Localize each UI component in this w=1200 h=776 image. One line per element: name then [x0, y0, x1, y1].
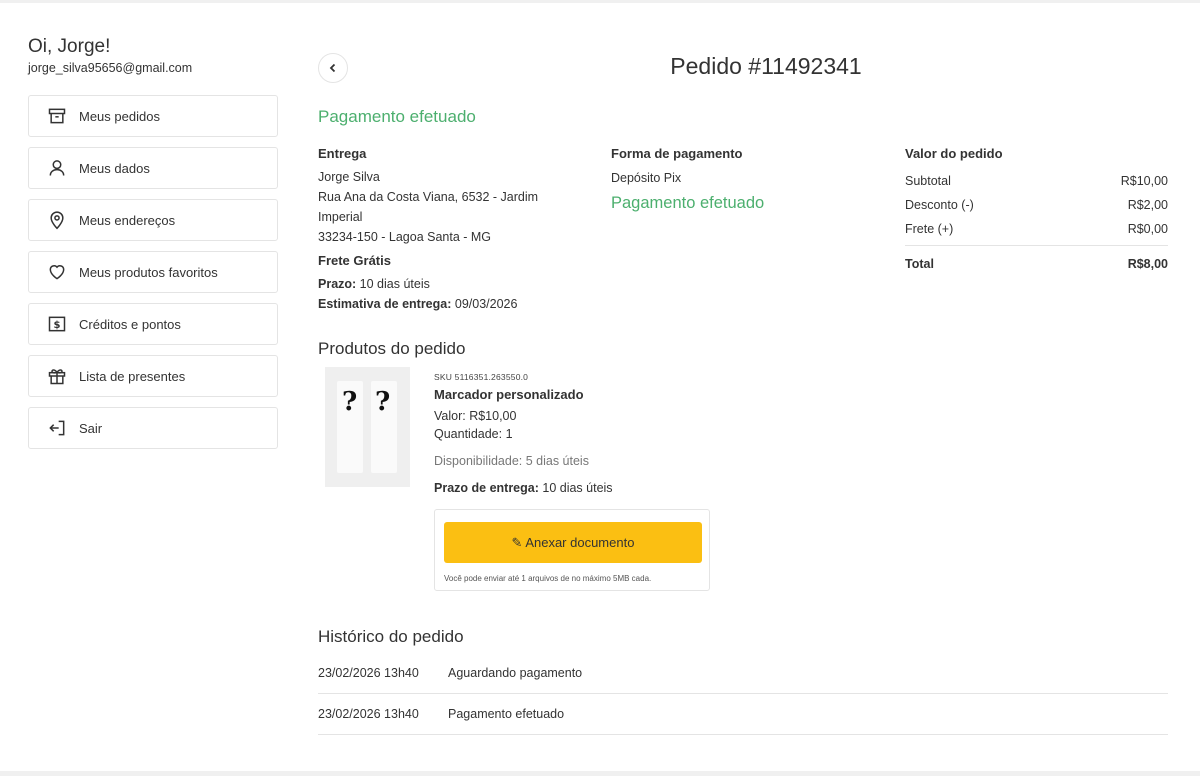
product-sku: SKU 5116351.263550.0	[434, 372, 529, 382]
product-image-glyph: ?	[342, 387, 358, 417]
logout-icon	[46, 417, 68, 439]
payment-method: Depósito Pix	[611, 171, 682, 185]
delivery-deadline-value: 10 dias úteis	[356, 277, 430, 291]
value-row-label: Frete (+)	[905, 222, 954, 236]
value-divider: Total R$8,00	[905, 245, 1168, 276]
upload-box: ✎ Anexar documento Você pode enviar até …	[434, 509, 710, 591]
products-title: Produtos do pedido	[318, 339, 466, 358]
page: Oi, Jorge! jorge_silva95656@gmail.com Me…	[0, 3, 1200, 771]
history-status: Pagamento efetuado	[448, 707, 565, 721]
total-amount: R$8,00	[1127, 257, 1168, 271]
menu-item-sair[interactable]: Sair	[28, 407, 278, 449]
value-row-amount: R$0,00	[1127, 222, 1168, 236]
delivery-deadline-label: Prazo:	[318, 277, 357, 291]
value-row-subtotal: Subtotal R$10,00	[905, 169, 1168, 193]
menu-item-label: Créditos e pontos	[79, 316, 181, 332]
value-row-frete: Frete (+) R$0,00	[905, 217, 1168, 241]
dollar-bill-icon: $	[46, 313, 68, 335]
delivery-estimate-value: 09/03/2026	[451, 297, 518, 311]
delivery-deadline: Prazo: 10 dias úteis	[318, 274, 578, 294]
account-menu: Meus pedidos Meus dados Meus endereços M…	[28, 95, 278, 459]
product-price: Valor: R$10,00	[434, 409, 517, 423]
menu-item-creditos[interactable]: $ Créditos e pontos	[28, 303, 278, 345]
history-title: Histórico do pedido	[318, 627, 464, 646]
product-name: Marcador personalizado	[434, 387, 584, 402]
menu-item-label: Sair	[79, 420, 103, 436]
menu-item-favoritos[interactable]: Meus produtos favoritos	[28, 251, 278, 293]
menu-item-label: Lista de presentes	[79, 368, 186, 384]
product-image-glyph: ?	[375, 387, 391, 417]
product-info: SKU 5116351.263550.0 Marcador personaliz…	[434, 372, 714, 497]
delivery-estimate: Estimativa de entrega: 09/03/2026	[318, 294, 578, 314]
user-email: jorge_silva95656@gmail.com	[28, 61, 193, 75]
value-row-desconto: Desconto (-) R$2,00	[905, 193, 1168, 217]
product-image: ? ?	[325, 367, 410, 487]
history-status: Aguardando pagamento	[448, 666, 583, 680]
delivery-address-line2: Imperial	[318, 210, 363, 224]
chevron-left-icon	[329, 63, 336, 73]
attach-document-button[interactable]: ✎ Anexar documento	[444, 522, 702, 563]
menu-item-label: Meus pedidos	[79, 108, 160, 124]
payment-title: Forma de pagamento	[611, 146, 743, 161]
menu-item-label: Meus endereços	[79, 212, 176, 228]
order-value-section: Valor do pedido Subtotal R$10,00 Descont…	[905, 146, 1168, 276]
shipping-type: Frete Grátis	[318, 253, 391, 268]
upload-note: Você pode enviar até 1 arquivos de no má…	[444, 574, 652, 583]
heart-icon	[46, 261, 68, 283]
order-value-title: Valor do pedido	[905, 146, 1003, 161]
archive-icon	[46, 105, 68, 127]
greeting: Oi, Jorge!	[28, 36, 111, 57]
history-date: 23/02/2026 13h40	[318, 707, 419, 721]
value-row-amount: R$10,00	[1120, 174, 1168, 188]
product-deadline-label: Prazo de entrega:	[434, 481, 539, 495]
back-button[interactable]	[318, 53, 348, 83]
menu-item-meus-pedidos[interactable]: Meus pedidos	[28, 95, 278, 137]
delivery-section: Entrega Jorge Silva Rua Ana da Costa Via…	[318, 146, 578, 314]
delivery-name: Jorge Silva	[318, 170, 380, 184]
menu-item-label: Meus produtos favoritos	[79, 264, 218, 280]
delivery-address-line1: Rua Ana da Costa Viana, 6532 - Jardim	[318, 190, 539, 204]
product-delivery-deadline: Prazo de entrega: 10 dias úteis	[434, 479, 714, 497]
order-title: Pedido #11492341	[670, 53, 862, 79]
menu-item-lista-presentes[interactable]: Lista de presentes	[28, 355, 278, 397]
gift-icon	[46, 365, 68, 387]
menu-item-label: Meus dados	[79, 160, 150, 176]
history-list: 23/02/2026 13h40 Aguardando pagamento 23…	[318, 653, 1168, 735]
delivery-address-line3: 33234-150 - Lagoa Santa - MG	[318, 230, 492, 244]
delivery-estimate-label: Estimativa de entrega:	[318, 297, 452, 311]
menu-item-meus-dados[interactable]: Meus dados	[28, 147, 278, 189]
value-row-label: Subtotal	[905, 174, 951, 188]
svg-text:$: $	[54, 320, 61, 331]
value-row-label: Desconto (-)	[905, 198, 974, 212]
menu-item-meus-enderecos[interactable]: Meus endereços	[28, 199, 278, 241]
history-row: 23/02/2026 13h40 Pagamento efetuado	[318, 694, 1168, 735]
payment-section: Forma de pagamento Depósito Pix Pagament…	[611, 146, 861, 213]
history-row: 23/02/2026 13h40 Aguardando pagamento	[318, 653, 1168, 694]
product-deadline-value: 10 dias úteis	[538, 481, 613, 495]
value-row-total: Total R$8,00	[905, 252, 1168, 276]
total-label: Total	[905, 257, 934, 271]
history-date: 23/02/2026 13h40	[318, 666, 419, 680]
payment-status: Pagamento efetuado	[611, 194, 765, 212]
value-row-amount: R$2,00	[1127, 198, 1168, 212]
order-status: Pagamento efetuado	[318, 107, 476, 126]
product-availability: Disponibilidade: 5 dias úteis	[434, 454, 589, 468]
delivery-title: Entrega	[318, 146, 367, 161]
location-pin-icon	[46, 209, 68, 231]
product-quantity: Quantidade: 1	[434, 427, 513, 441]
user-icon	[46, 157, 68, 179]
